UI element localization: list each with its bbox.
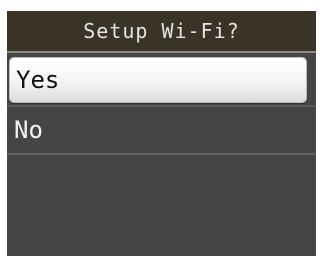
no-option-button[interactable]: No xyxy=(7,107,316,155)
yes-option-label: Yes xyxy=(16,66,60,94)
yes-option-button[interactable]: Yes xyxy=(9,57,307,103)
no-option-label: No xyxy=(14,116,43,144)
lcd-screen: Setup Wi-Fi? Yes No xyxy=(7,11,316,256)
dialog-title: Setup Wi-Fi? xyxy=(83,19,240,43)
dialog-title-bar: Setup Wi-Fi? xyxy=(7,11,316,53)
printer-lcd-panel: Setup Wi-Fi? Yes No xyxy=(0,0,323,258)
